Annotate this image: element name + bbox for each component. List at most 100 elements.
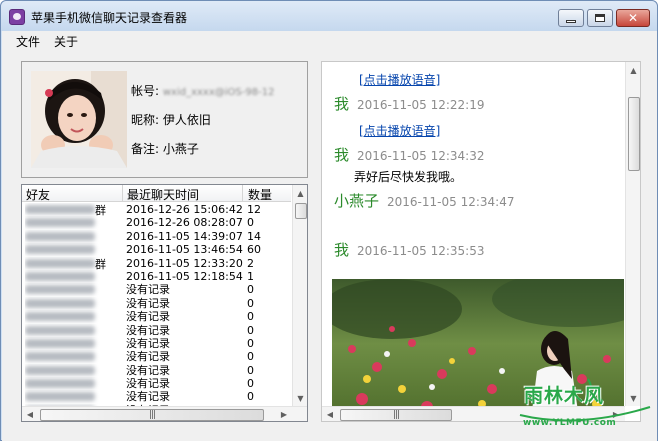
scroll-thumb[interactable] xyxy=(295,203,307,219)
message-count-cell: 14 xyxy=(247,229,261,243)
maximize-icon xyxy=(595,14,605,22)
scroll-down-button[interactable]: ▼ xyxy=(293,390,307,406)
last-chat-time-cell: 没有记录 xyxy=(126,350,170,364)
blurred-name xyxy=(25,231,95,241)
table-row[interactable]: 2016-11-05 12:18:54 1 xyxy=(22,270,292,283)
title-bar[interactable]: 苹果手机微信聊天记录查看器 ✕ xyxy=(1,1,657,31)
column-divider[interactable] xyxy=(242,185,243,202)
horizontal-scroll-thumb[interactable]: ||| xyxy=(40,409,264,421)
friend-name-cell xyxy=(25,270,123,284)
table-header: 好友 最近聊天时间 数量 xyxy=(22,185,291,202)
scroll-up-button[interactable]: ▲ xyxy=(626,62,640,78)
last-chat-time-cell: 没有记录 xyxy=(126,336,170,350)
table-row[interactable]: 群 2016-11-05 12:33:20 2 xyxy=(22,256,292,271)
chat-vertical-scrollbar[interactable]: ▲ ▼ xyxy=(625,62,640,406)
table-row[interactable]: 没有记录 0 xyxy=(22,390,292,403)
table-row[interactable]: 没有记录 0 xyxy=(22,337,292,350)
profile-panel: 帐号: wxid_xxxx@iOS-98-12 昵称: 伊人依旧 备注: 小燕子 xyxy=(21,61,308,178)
column-divider[interactable] xyxy=(122,185,123,202)
friend-name-cell xyxy=(25,243,123,257)
message-count-cell: 1 xyxy=(247,269,254,283)
menu-about[interactable]: 关于 xyxy=(52,33,80,50)
message-count-cell: 0 xyxy=(247,283,254,297)
last-chat-time-cell: 没有记录 xyxy=(126,377,170,391)
column-header-time[interactable]: 最近聊天时间 xyxy=(127,186,199,202)
last-chat-time-cell: 没有记录 xyxy=(126,310,170,324)
scroll-left-button[interactable]: ◀ xyxy=(22,407,38,421)
friend-name-suffix: 群 xyxy=(95,204,106,217)
friend-name-cell xyxy=(25,230,123,244)
last-chat-time-cell: 没有记录 xyxy=(126,390,170,404)
table-row[interactable]: 没有记录 0 xyxy=(22,310,292,323)
message-count-cell: 0 xyxy=(247,350,254,364)
friend-name-suffix: 群 xyxy=(95,257,106,271)
watermark-logo: 雨林木风 www.YLMFU.com xyxy=(518,377,652,437)
friend-name-cell xyxy=(25,310,123,324)
blurred-name xyxy=(25,325,95,335)
table-row[interactable]: 2016-11-05 14:39:07 14 xyxy=(22,230,292,243)
column-header-friend[interactable]: 好友 xyxy=(26,186,50,202)
minimize-icon xyxy=(566,19,576,23)
friend-name-cell xyxy=(25,350,123,364)
table-row[interactable]: 群 2016-12-26 15:06:42 12 xyxy=(22,203,292,217)
menu-file[interactable]: 文件 xyxy=(14,33,42,50)
close-button[interactable]: ✕ xyxy=(616,9,650,27)
message-count-cell: 0 xyxy=(247,296,254,310)
table-row[interactable]: 2016-12-26 08:28:07 0 xyxy=(22,216,292,229)
table-row[interactable]: 没有记录 0 xyxy=(22,324,292,337)
horizontal-scroll-thumb[interactable]: ||| xyxy=(340,409,452,421)
last-chat-time-cell: 2016-11-05 12:18:54 xyxy=(126,269,243,283)
table-row[interactable]: 没有记录 0 xyxy=(22,350,292,363)
last-chat-time-cell: 2016-11-05 12:33:20 xyxy=(126,256,243,270)
maximize-button[interactable] xyxy=(587,9,613,27)
friends-horizontal-scrollbar[interactable]: ◀ ||| ▶ xyxy=(22,406,307,421)
app-window: 苹果手机微信聊天记录查看器 ✕ 文件 关于 帐号: wxid_xxxx@iOS-… xyxy=(0,0,658,441)
scroll-thumb[interactable] xyxy=(628,97,640,171)
message-header: 我 2016-11-05 12:35:53 xyxy=(334,239,484,260)
table-row[interactable]: 没有记录 0 xyxy=(22,297,292,310)
friend-name-cell xyxy=(25,324,123,338)
message-count-cell: 0 xyxy=(247,336,254,350)
message-sender: 我 xyxy=(334,146,350,164)
message-count-cell: 0 xyxy=(247,216,254,230)
remark-row: 备注: 小燕子 xyxy=(131,140,199,157)
avatar-photo xyxy=(31,71,127,168)
friend-name-cell xyxy=(25,364,123,378)
message-time: 2016-11-05 12:34:32 xyxy=(357,149,485,163)
message-header: 我 2016-11-05 12:34:32 xyxy=(334,144,484,165)
watermark-url: www.YLMFU.com xyxy=(523,418,617,428)
friends-vertical-scrollbar[interactable]: ▲ ▼ xyxy=(292,185,307,406)
grip-icon: ||| xyxy=(392,410,400,420)
table-row[interactable]: 2016-11-05 13:46:54 60 xyxy=(22,243,292,256)
scroll-up-button[interactable]: ▲ xyxy=(293,185,307,201)
blurred-name xyxy=(25,365,95,375)
blurred-name xyxy=(25,352,95,362)
message-sender: 我 xyxy=(334,241,350,259)
scroll-left-button[interactable]: ◀ xyxy=(322,407,338,421)
friends-table[interactable]: 好友 最近聊天时间 数量 群 2016-12-26 15:06:42 12 2016-… xyxy=(21,184,308,422)
friend-name-cell: 群 xyxy=(25,257,123,271)
minimize-button[interactable] xyxy=(558,9,584,27)
table-row[interactable]: 没有记录 0 xyxy=(22,364,292,377)
message-time: 2016-11-05 12:22:19 xyxy=(357,98,485,112)
message-text: 弄好后尽快发我哦。 xyxy=(354,170,463,184)
menu-bar: 文件 关于 xyxy=(2,31,657,51)
chat-history-panel[interactable]: [点击播放语音] 我 2016-11-05 12:22:19 [点击播放语音] 我… xyxy=(321,61,641,422)
table-row[interactable]: 没有记录 0 xyxy=(22,283,292,296)
last-chat-time-cell: 2016-12-26 08:28:07 xyxy=(126,216,243,230)
play-voice-link[interactable]: [点击播放语音] xyxy=(359,122,440,139)
column-header-count[interactable]: 数量 xyxy=(248,186,272,202)
message-time: 2016-11-05 12:34:47 xyxy=(387,195,515,209)
last-chat-time-cell: 2016-12-26 15:06:42 xyxy=(126,203,243,216)
nickname-value: 伊人依旧 xyxy=(162,113,211,127)
message-count-cell: 0 xyxy=(247,390,254,404)
blurred-name xyxy=(25,379,95,389)
play-voice-link[interactable]: [点击播放语音] xyxy=(359,71,440,88)
table-row[interactable]: 没有记录 0 xyxy=(22,377,292,390)
message-header: 我 2016-11-05 12:22:19 xyxy=(334,93,484,114)
message-sender: 我 xyxy=(334,95,350,113)
watermark-name: 雨林木风 xyxy=(524,385,605,407)
scroll-right-button[interactable]: ▶ xyxy=(276,407,292,421)
blurred-name xyxy=(25,298,95,308)
account-row: 帐号: wxid_xxxx@iOS-98-12 xyxy=(131,82,274,99)
